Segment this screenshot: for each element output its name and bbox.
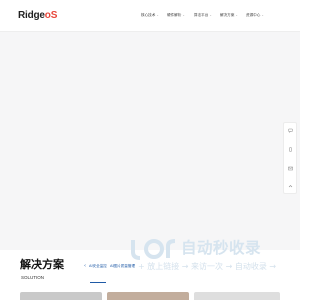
phone-icon[interactable] — [288, 147, 293, 152]
chevron-down-icon: ⌄ — [261, 13, 264, 17]
section-title: 解决方案 — [20, 258, 64, 271]
nav-item-core-tech[interactable]: 核心技术⌄ — [141, 12, 159, 18]
nav-item-algorithm-platform[interactable]: 算法平台⌄ — [194, 12, 212, 18]
chevron-down-icon: ⌄ — [156, 13, 159, 17]
side-toolbar — [283, 122, 297, 194]
section-subtitle: SOLUTION — [21, 275, 45, 280]
top-navigation-bar: RidgeoS 核心技术⌄ 硬件解析⌄ 算法平台⌄ 解决方案⌄ 资源中心⌄ — [0, 0, 300, 32]
active-tab-indicator — [90, 282, 106, 283]
watermark-subtitle: + 放上链接 → 来访一次 → 自动收录 → — [138, 262, 277, 271]
mail-icon[interactable] — [288, 166, 293, 171]
nav-item-hardware[interactable]: 硬件解析⌄ — [167, 12, 185, 18]
solution-card-image[interactable] — [107, 292, 189, 300]
arrow-up-icon[interactable] — [288, 184, 293, 189]
message-icon[interactable] — [288, 128, 293, 134]
watermark-logo-icon — [131, 239, 176, 260]
site-logo[interactable]: RidgeoS — [18, 10, 57, 22]
chevron-down-icon: ⌄ — [235, 13, 238, 17]
solution-card-image[interactable] — [194, 292, 280, 300]
watermark-title: 自动秒收录 — [181, 239, 262, 257]
hero-banner — [0, 32, 300, 264]
nav-item-solutions[interactable]: 解决方案⌄ — [220, 12, 238, 18]
nav-item-resources[interactable]: 资源中心⌄ — [246, 12, 264, 18]
chevron-left-icon[interactable]: ‹ — [84, 263, 86, 269]
solution-card-image[interactable] — [20, 292, 102, 300]
watermark: 自动秒收录 + 放上链接 → 来访一次 → 自动收录 → — [128, 236, 286, 276]
chevron-down-icon: ⌄ — [209, 13, 212, 17]
tab-ai-safety-monitoring[interactable]: AI安全监控 — [89, 263, 107, 269]
tab-ai-image-quality[interactable]: AI图片质量管理 — [110, 263, 135, 269]
chevron-down-icon: ⌄ — [182, 13, 185, 17]
